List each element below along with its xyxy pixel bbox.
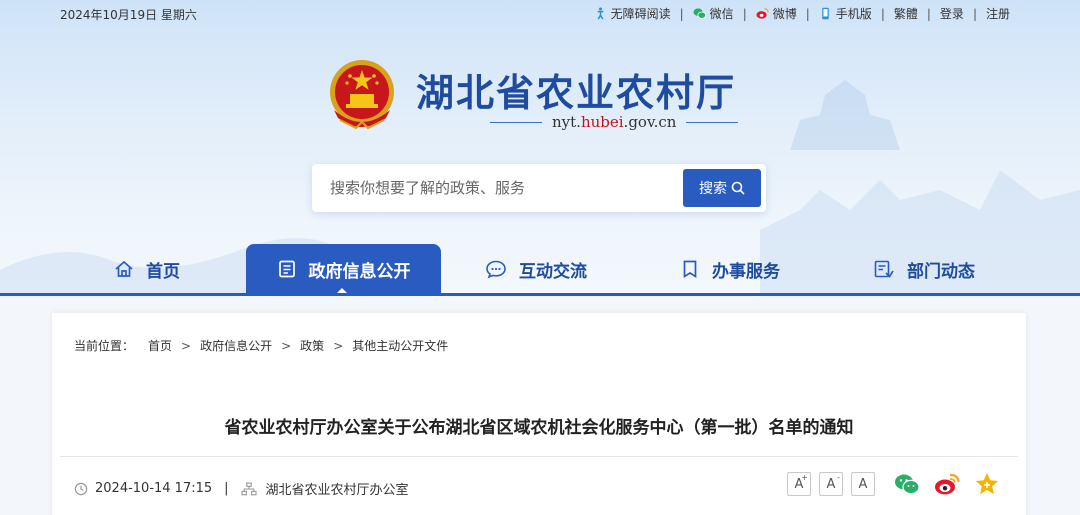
mobile-version-link-label: 手机版 [835,7,872,21]
site-brand: 湖北省农业农村厅 nyt.hubei.gov.cn [326,58,766,138]
font-decrease-mark: - [837,473,840,482]
separator: | [880,6,885,21]
nav-item-services[interactable]: 办事服务 [680,244,780,294]
separator: | [224,481,229,496]
font-increase-mark: + [801,473,808,482]
article-card: 当前位置： 首页 > 政府信息公开 > 政策 > 其他主动公开文件 省农业农村厅… [52,313,1026,515]
font-size-controls: A + A- A [787,472,875,496]
wechat-link-label: 微信 [709,7,734,21]
nav-item-label: 政府信息公开 [308,261,411,282]
breadcrumb-separator: > [333,338,344,353]
search-box: 搜索 [312,164,766,212]
breadcrumb-separator: > [281,338,292,353]
top-utility-bar: 2024年10月19日 星期六 无障碍阅读 | 微信 | 微博 | 手机版 | … [0,0,1080,28]
mobile-icon [822,7,829,20]
nav-item-label: 首页 [146,261,180,282]
article-title: 省农业农村厅办公室关于公布湖北省区域农机社会化服务中心（第一批）名单的通知 [224,418,854,438]
document-list-icon [278,260,295,278]
national-emblem-logo [330,60,394,130]
register-link[interactable]: 注册 [986,5,1010,22]
breadcrumb-separator: > [181,338,192,353]
favorite-star-icon[interactable] [974,471,1000,497]
divider [686,121,739,123]
nav-item-label: 部门动态 [907,261,975,282]
nav-item-home[interactable]: 首页 [114,244,180,294]
divider [490,121,542,123]
font-decrease-label: A [826,476,836,492]
font-default-button[interactable]: A [851,472,875,496]
nav-item-government-info[interactable]: 政府信息公开 [246,244,441,294]
weibo-icon [756,8,769,19]
nav-item-department-news[interactable]: 部门动态 [873,244,975,294]
search-input[interactable] [330,176,670,200]
wechat-icon [693,8,706,19]
chat-icon [486,260,506,279]
site-url-prefix: nyt. [552,113,581,131]
separator: | [679,6,684,21]
mobile-version-link[interactable]: 手机版 [819,5,872,22]
search-button[interactable]: 搜索 [683,169,761,207]
breadcrumb-government-info[interactable]: 政府信息公开 [200,337,272,354]
bookmark-icon [683,260,697,279]
nav-item-label: 办事服务 [712,261,780,282]
current-date: 2024年10月19日 星期六 [60,8,197,22]
article-meta: 2024-10-14 17:15 | 湖北省农业农村厅办公室 [74,479,409,498]
weibo-link[interactable]: 微博 [756,5,797,22]
separator: | [926,6,931,21]
site-url: nyt.hubei.gov.cn [490,113,739,131]
breadcrumb: 当前位置： 首页 > 政府信息公开 > 政策 > 其他主动公开文件 [74,337,448,354]
separator: | [742,6,747,21]
separator: | [972,6,977,21]
site-url-highlight: hubei [580,113,624,131]
font-decrease-button[interactable]: A- [819,472,843,496]
wechat-share-icon[interactable] [894,471,920,497]
accessibility-icon [597,7,604,20]
org-chart-icon [240,481,257,495]
clock-icon [74,482,88,495]
tower-silhouette-decoration [790,80,900,150]
accessibility-link[interactable]: 无障碍阅读 [594,5,671,22]
weibo-share-icon[interactable] [934,471,960,497]
news-icon [874,260,894,278]
site-url-suffix: .gov.cn [623,113,677,131]
search-icon [731,181,745,195]
publish-datetime: 2024-10-14 17:15 [95,481,213,496]
separator: | [805,6,810,21]
nav-item-label: 互动交流 [519,261,587,282]
utility-links: 无障碍阅读 | 微信 | 微博 | 手机版 | 繁體 | 登录 | 注册 [594,5,1010,22]
accessibility-link-label: 无障碍阅读 [610,7,671,21]
site-url-text: nyt.hubei.gov.cn [552,113,676,131]
nav-item-interaction[interactable]: 互动交流 [485,244,587,294]
site-title: 湖北省农业农村厅 [416,70,737,115]
font-increase-button[interactable]: A + [787,472,811,496]
traditional-chinese-link[interactable]: 繁體 [894,5,918,22]
font-default-label: A [858,476,868,492]
main-navigation: 首页 政府信息公开 互动交流 办事服务 部门动态 [0,244,1080,296]
breadcrumb-label: 当前位置： [74,339,135,353]
article-source: 湖北省农业农村厅办公室 [265,483,409,498]
wechat-link[interactable]: 微信 [693,5,734,22]
breadcrumb-home[interactable]: 首页 [148,337,172,354]
breadcrumb-other-documents[interactable]: 其他主动公开文件 [352,337,448,354]
login-link[interactable]: 登录 [940,5,964,22]
home-icon [115,260,133,277]
divider [60,456,1018,457]
nav-underline [0,293,1080,296]
breadcrumb-policy[interactable]: 政策 [300,337,324,354]
weibo-link-label: 微博 [772,7,797,21]
search-button-label: 搜索 [699,181,727,197]
share-buttons [894,471,1000,497]
